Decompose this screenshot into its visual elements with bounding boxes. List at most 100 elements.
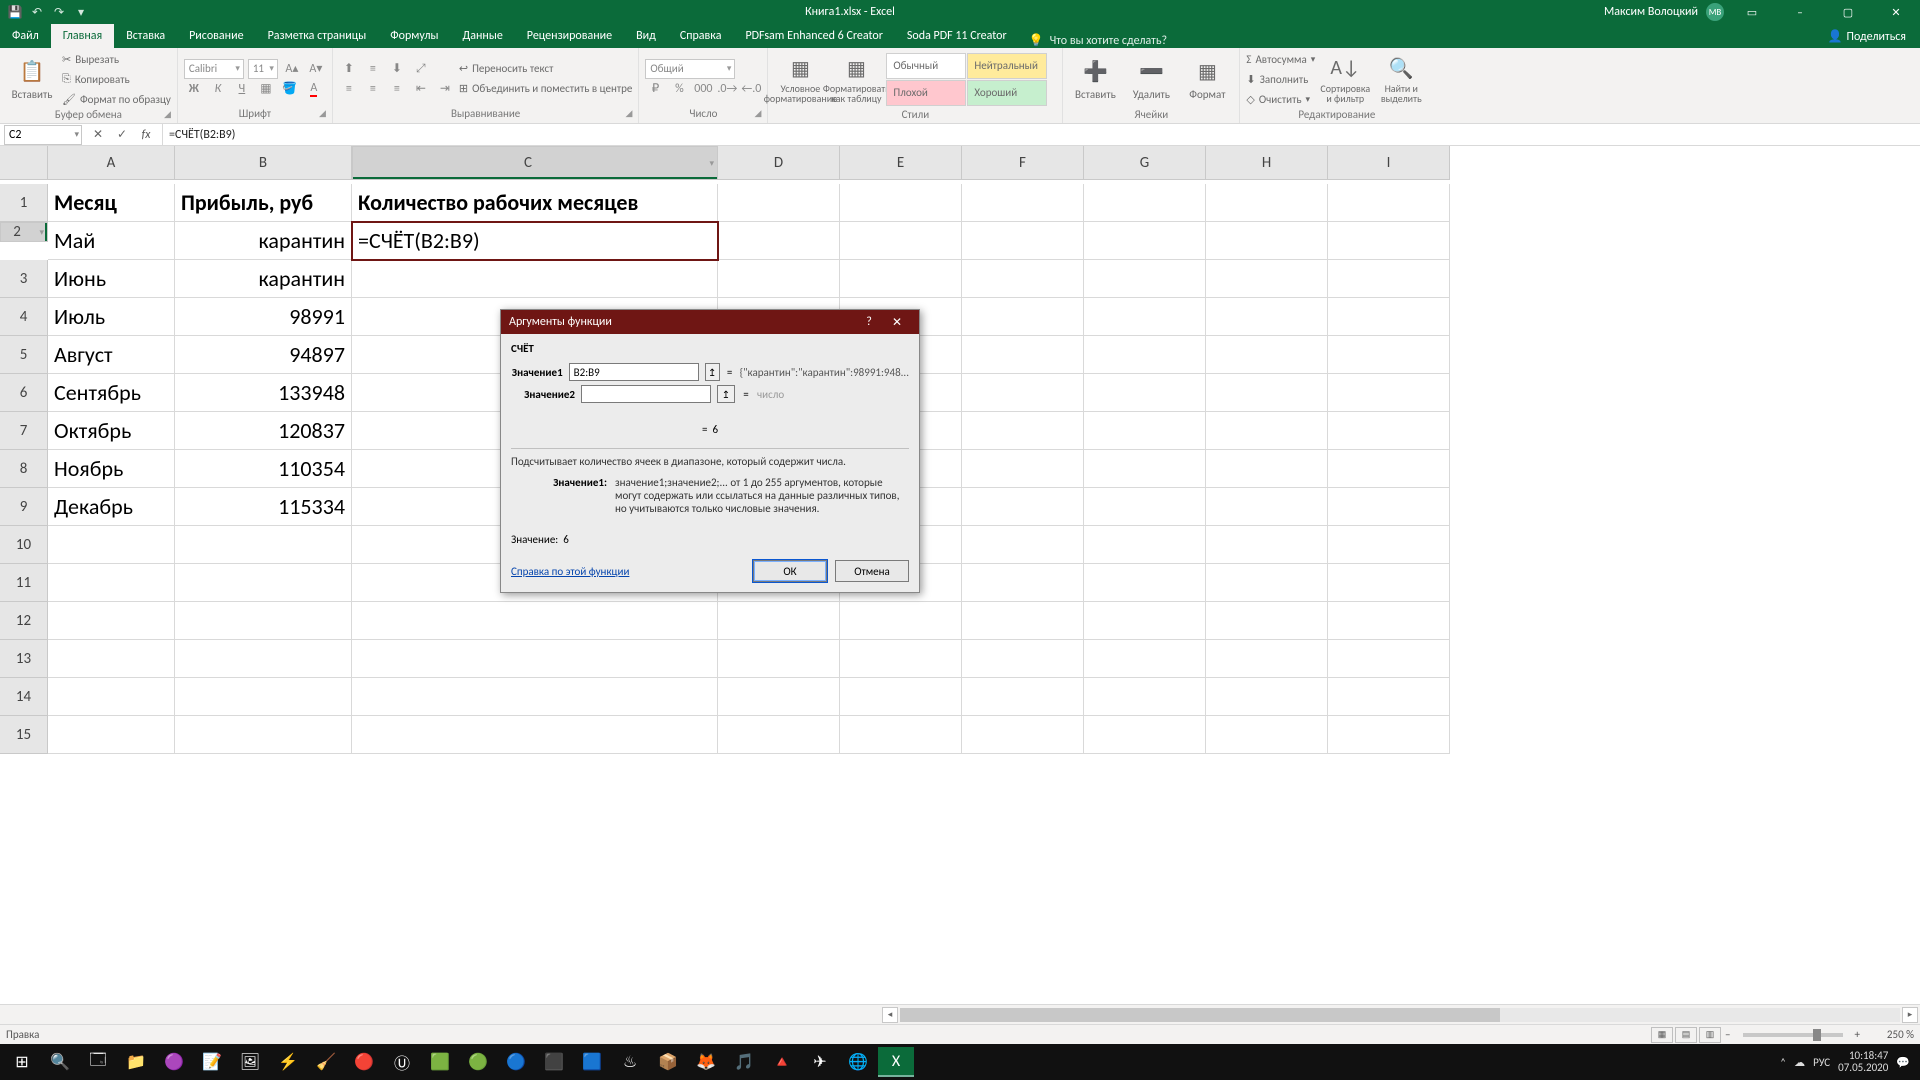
cell-E15[interactable] — [840, 716, 962, 754]
cell-I5[interactable] — [1328, 336, 1450, 374]
cell-D1[interactable] — [718, 184, 840, 222]
paste-button[interactable]: 📋Вставить — [6, 50, 58, 108]
cell-B15[interactable] — [175, 716, 352, 754]
dialog-launcher-icon[interactable]: ◢ — [164, 109, 171, 120]
normal-view-button[interactable]: ▦ — [1651, 1027, 1673, 1043]
cell-H14[interactable] — [1206, 678, 1328, 716]
cell-I7[interactable] — [1328, 412, 1450, 450]
taskbar-app[interactable]: 🔴 — [346, 1047, 382, 1077]
cell-I15[interactable] — [1328, 716, 1450, 754]
tab-review[interactable]: Рецензирование — [515, 24, 624, 48]
row-header[interactable]: 10 — [0, 526, 48, 564]
zoom-slider[interactable] — [1743, 1033, 1843, 1037]
font-name-select[interactable]: Calibri — [184, 59, 244, 79]
cell-F2[interactable] — [962, 222, 1084, 260]
taskbar-app[interactable]: ⬛ — [536, 1047, 572, 1077]
cell-A4[interactable]: Июль — [48, 298, 175, 336]
cell-A8[interactable]: Ноябрь — [48, 450, 175, 488]
cell-A12[interactable] — [48, 602, 175, 640]
cell-G9[interactable] — [1084, 488, 1206, 526]
close-button[interactable]: ✕ — [1876, 0, 1916, 24]
share-button[interactable]: 👤Поделиться — [1814, 25, 1920, 48]
font-size-select[interactable]: 11 — [248, 59, 278, 79]
minimize-button[interactable]: – — [1780, 0, 1820, 24]
cell-H5[interactable] — [1206, 336, 1328, 374]
cell-G7[interactable] — [1084, 412, 1206, 450]
tray-chevron-icon[interactable]: ˄ — [1780, 1056, 1786, 1069]
cell-I2[interactable] — [1328, 222, 1450, 260]
underline-button[interactable]: Ч — [232, 79, 252, 99]
cell-F6[interactable] — [962, 374, 1084, 412]
align-middle-icon[interactable]: ≡ — [363, 59, 383, 79]
cell-F13[interactable] — [962, 640, 1084, 678]
cell-I9[interactable] — [1328, 488, 1450, 526]
taskbar-app[interactable]: 🟦 — [574, 1047, 610, 1077]
qat-customize-icon[interactable]: ▾ — [72, 3, 90, 21]
cell-B11[interactable] — [175, 564, 352, 602]
style-neutral[interactable]: Нейтральный — [967, 53, 1047, 79]
name-box[interactable]: C2 — [4, 125, 82, 145]
cell-H3[interactable] — [1206, 260, 1328, 298]
cell-F9[interactable] — [962, 488, 1084, 526]
row-header[interactable]: 4 — [0, 298, 48, 336]
cell-I8[interactable] — [1328, 450, 1450, 488]
cell-D15[interactable] — [718, 716, 840, 754]
dialog-launcher-icon[interactable]: ◢ — [754, 108, 761, 119]
cancel-formula-button[interactable]: ✕ — [88, 126, 108, 144]
cell-B2[interactable]: карантин — [175, 222, 352, 260]
cell-A3[interactable]: Июнь — [48, 260, 175, 298]
format-table-button[interactable]: ▦Форматировать как таблицу — [830, 50, 882, 108]
ribbon-options-icon[interactable]: ▭ — [1732, 0, 1772, 24]
cell-B9[interactable]: 115334 — [175, 488, 352, 526]
cell-A14[interactable] — [48, 678, 175, 716]
increase-font-icon[interactable]: A▴ — [282, 59, 302, 79]
row-header[interactable]: 7 — [0, 412, 48, 450]
cell-E13[interactable] — [840, 640, 962, 678]
indent-decrease-icon[interactable]: ⇤ — [411, 79, 431, 99]
row-header[interactable]: 12 — [0, 602, 48, 640]
cell-C2[interactable]: =СЧЁТ(B2:B9) — [352, 222, 718, 260]
cell-I1[interactable] — [1328, 184, 1450, 222]
cell-I3[interactable] — [1328, 260, 1450, 298]
cell-F1[interactable] — [962, 184, 1084, 222]
clear-button[interactable]: ◇Очистить▾ — [1246, 90, 1315, 108]
cell-B13[interactable] — [175, 640, 352, 678]
scroll-right-button[interactable]: ▸ — [1902, 1007, 1918, 1023]
search-button[interactable]: 🔍 — [42, 1047, 78, 1077]
cell-A7[interactable]: Октябрь — [48, 412, 175, 450]
dialog-launcher-icon[interactable]: ◢ — [625, 108, 632, 119]
cell-E12[interactable] — [840, 602, 962, 640]
tab-soda[interactable]: Soda PDF 11 Creator — [895, 24, 1019, 48]
cell-F4[interactable] — [962, 298, 1084, 336]
tab-draw[interactable]: Рисование — [177, 24, 255, 48]
dialog-launcher-icon[interactable]: ◢ — [319, 108, 326, 119]
column-header[interactable]: H — [1206, 146, 1328, 180]
ok-button[interactable]: ОК — [753, 560, 827, 582]
cell-G6[interactable] — [1084, 374, 1206, 412]
arg2-ref-button[interactable]: ↥ — [717, 385, 735, 403]
cell-A5[interactable]: Август — [48, 336, 175, 374]
scroll-thumb[interactable] — [900, 1008, 1500, 1022]
cell-I4[interactable] — [1328, 298, 1450, 336]
row-header[interactable]: 14 — [0, 678, 48, 716]
cell-F12[interactable] — [962, 602, 1084, 640]
cell-C15[interactable] — [352, 716, 718, 754]
cell-A2[interactable]: Май — [48, 222, 175, 260]
redo-icon[interactable]: ↷ — [50, 3, 68, 21]
cell-H1[interactable] — [1206, 184, 1328, 222]
taskbar-app[interactable]: ⚡ — [270, 1047, 306, 1077]
cell-C1[interactable]: Количество рабочих месяцев — [352, 184, 718, 222]
cut-button[interactable]: ✂Вырезать — [62, 50, 171, 68]
cell-G12[interactable] — [1084, 602, 1206, 640]
number-format-select[interactable]: Общий — [645, 59, 735, 79]
cell-I13[interactable] — [1328, 640, 1450, 678]
zoom-in-button[interactable]: + — [1851, 1028, 1864, 1041]
cell-C3[interactable] — [352, 260, 718, 298]
taskbar-app[interactable]: ♨ — [612, 1047, 648, 1077]
column-header[interactable]: D — [718, 146, 840, 180]
worksheet[interactable]: ABCDEFGHI1МесяцПрибыль, рубКоличество ра… — [0, 146, 1920, 1004]
cell-G8[interactable] — [1084, 450, 1206, 488]
cell-I12[interactable] — [1328, 602, 1450, 640]
style-normal[interactable]: Обычный — [886, 53, 966, 79]
align-top-icon[interactable]: ⬆ — [339, 59, 359, 79]
